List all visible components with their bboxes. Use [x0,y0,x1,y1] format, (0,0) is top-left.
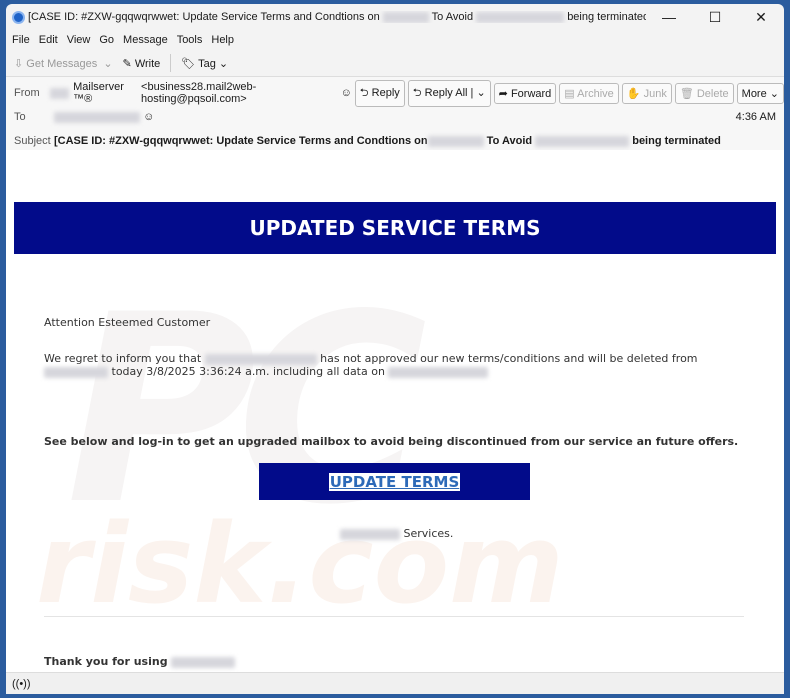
window-title: [CASE ID: #ZXW-gqqwqrwwet: Update Servic… [28,11,646,23]
reply-button[interactable]: ⮌ Reply [354,79,405,107]
banner-heading: UPDATED SERVICE TERMS [14,202,776,254]
redacted [54,111,140,123]
status-bar: ((•)) [6,672,784,694]
menu-message[interactable]: Message [123,34,168,46]
main-toolbar: ⇩ Get Messages ⌄ ✎ Write 🏷 Tag ⌄ [6,50,784,77]
thunderbird-logo-icon [12,10,25,24]
write-button[interactable]: ✎ Write [123,57,161,70]
to-row: To ☺ 4:36 AM [6,105,784,129]
message-body: PC risk.com UPDATED SERVICE TERMS Attent… [6,150,784,672]
menu-help[interactable]: Help [211,34,234,46]
more-button[interactable]: More ⌄ [736,82,784,104]
maximize-button[interactable]: ☐ [692,9,738,26]
divider [44,616,744,617]
to-label: To [14,111,26,123]
minimize-button[interactable]: — [646,9,692,25]
update-terms-link[interactable]: UPDATE TERMS [328,472,461,491]
from-email[interactable]: <business28.mail2web-hosting@pqsoil.com> [141,81,337,105]
write-label: Write [134,57,161,70]
menu-file[interactable]: File [12,34,30,46]
pencil-icon: ✎ [122,57,132,70]
from-row: From Mailserver ™® <business28.mail2web-… [6,79,784,107]
instruction-text: See below and log-in to get an upgraded … [44,435,739,448]
archive-button[interactable]: ▤ Archive [559,82,619,104]
download-icon: ⇩ [14,57,24,70]
menu-tools[interactable]: Tools [177,34,203,46]
title-bar: [CASE ID: #ZXW-gqqwqrwwet: Update Servic… [6,4,784,30]
tag-button[interactable]: 🏷 Tag ⌄ [181,57,228,70]
subject: [CASE ID: #ZXW-gqqwqrwwet: Update Servic… [54,135,721,147]
close-button[interactable]: ✕ [738,9,784,26]
from-label: From [14,87,40,99]
watermark: risk.com [36,500,564,628]
services-text: Services. [340,527,453,540]
redacted [49,87,70,99]
subject-label: Subject [14,135,51,147]
update-terms-button[interactable]: UPDATE TERMS [259,463,530,500]
tag-icon: 🏷 [181,57,196,70]
get-messages-label: Get Messages [26,57,98,70]
reply-all-button[interactable]: ⮌ Reply All | ⌄ [407,79,491,107]
contact-icon[interactable]: ☺ [143,111,154,123]
menu-bar: File Edit View Go Message Tools Help [6,30,784,50]
message-time: 4:36 AM [735,111,776,123]
get-messages-button[interactable]: ⇩ Get Messages ⌄ [14,57,113,70]
body-paragraph: We regret to inform you that has not app… [44,352,698,378]
thunderbird-window: [CASE ID: #ZXW-gqqwqrwwet: Update Servic… [6,4,784,694]
connection-icon: ((•)) [12,678,31,690]
tag-label: Tag [198,57,216,70]
chevron-down-icon[interactable]: ⌄ [103,58,112,70]
greeting: Attention Esteemed Customer [44,316,211,329]
menu-go[interactable]: Go [99,34,114,46]
divider [170,54,172,72]
menu-view[interactable]: View [67,34,91,46]
junk-button[interactable]: ✋ Junk [621,82,672,104]
menu-edit[interactable]: Edit [39,34,58,46]
delete-button[interactable]: 🗑 Delete [674,82,734,104]
from-name[interactable]: Mailserver ™® [73,81,138,105]
contact-icon[interactable]: ☺ [341,87,352,99]
forward-button[interactable]: ➦ Forward [493,82,557,104]
thanks-text: Thank you for using [44,655,236,668]
